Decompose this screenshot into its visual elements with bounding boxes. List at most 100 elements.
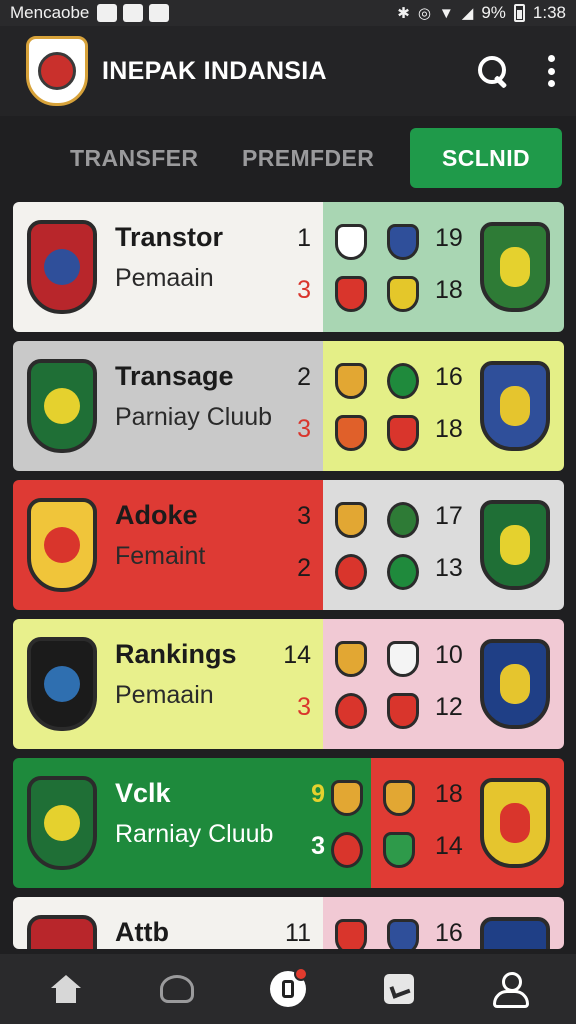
row-value-primary: 14 [283, 641, 311, 669]
row-score-bottom: 18 [435, 415, 463, 443]
status-bar: Mencaobe ✱ ◎ ▼ ◢ 9% 1:38 [0, 0, 576, 26]
club-badge-icon [335, 224, 367, 260]
team-crest-icon [27, 220, 97, 314]
battery-icon [513, 4, 525, 22]
row-right-panel: 17 13 [323, 480, 564, 610]
phone-icon [269, 967, 308, 1007]
row-score-top: 19 [435, 224, 463, 252]
row-value-primary: 11 [285, 919, 311, 947]
row-title: Attb [115, 917, 169, 947]
list-item[interactable]: Attb 11 16 [13, 897, 564, 949]
club-badge-icon [387, 554, 419, 590]
row-score-bottom: 12 [435, 693, 463, 721]
notification-icon [97, 4, 118, 22]
team-crest-icon [27, 359, 97, 453]
search-icon[interactable] [476, 54, 510, 88]
signal-icon: ◢ [461, 5, 474, 22]
row-right-panel: 10 12 [323, 619, 564, 749]
team-list: Transtor Pemaain 1 3 19 18 Transage Parn… [13, 202, 564, 949]
notification-icon [123, 4, 144, 22]
row-value-secondary: 3 [297, 693, 311, 721]
nav-home[interactable] [44, 967, 88, 1011]
team-crest-icon [27, 915, 97, 949]
club-badge-icon [387, 919, 419, 949]
row-left-panel: Transage Parniay Cluub 2 3 [13, 341, 323, 471]
team-crest-icon [480, 222, 550, 312]
row-value-secondary: 2 [297, 554, 311, 582]
team-crest-icon [27, 637, 97, 731]
club-badge-icon [335, 415, 367, 451]
team-crest-icon [480, 778, 550, 868]
row-right-panel: 16 [323, 897, 564, 949]
card-icon [384, 974, 415, 1004]
team-crest-icon [27, 776, 97, 870]
home-icon [50, 975, 81, 1003]
team-crest-icon [27, 498, 97, 592]
row-value-secondary: 3 [297, 276, 311, 304]
list-item[interactable]: Transage Parniay Cluub 2 3 16 18 [13, 341, 564, 471]
row-left-panel: Transtor Pemaain 1 3 [13, 202, 323, 332]
battery-percent: 9% [481, 3, 506, 22]
row-score-top: 16 [435, 363, 463, 391]
row-score-top: 17 [435, 502, 463, 530]
club-badge-icon [335, 502, 367, 538]
row-value-primary: 9 [311, 780, 325, 808]
row-value-primary: 3 [297, 502, 311, 530]
nav-center[interactable] [266, 967, 310, 1011]
row-value-primary: 2 [297, 363, 311, 391]
row-subtitle: Pemaain [115, 264, 214, 292]
row-value-secondary: 3 [297, 415, 311, 443]
more-options-icon[interactable] [546, 55, 556, 87]
row-score-top: 18 [435, 780, 463, 808]
player-icon [159, 975, 194, 1003]
nav-cards[interactable] [377, 967, 421, 1011]
row-title: Adoke [115, 500, 198, 530]
app-bar: INEPAK INDANSIA [0, 26, 576, 116]
alarm-icon: ◎ [417, 5, 431, 22]
wifi-icon: ▼ [438, 4, 454, 22]
club-badge-icon [335, 554, 367, 590]
row-left-panel: Rankings Pemaain 14 3 [13, 619, 323, 749]
row-title: Rankings [115, 639, 237, 669]
row-title: Transage [115, 361, 234, 391]
row-score-bottom: 18 [435, 276, 463, 304]
club-badge-icon [387, 415, 419, 451]
row-score-top: 16 [435, 919, 463, 947]
carrier-name: Mencaobe [10, 3, 90, 22]
list-item[interactable]: Adoke Femaint 3 2 17 13 [13, 480, 564, 610]
crest-emblem-icon [38, 52, 76, 90]
club-badge-icon [331, 832, 363, 868]
club-badge-icon [331, 780, 363, 816]
row-subtitle: Pemaain [115, 681, 214, 709]
club-badge-icon [387, 276, 419, 312]
community-icon [491, 972, 530, 1008]
row-left-panel: Attb 11 [13, 897, 323, 949]
club-badge-icon [335, 641, 367, 677]
tab-sclnid[interactable]: SCLNID [410, 128, 562, 188]
app-logo [26, 36, 88, 106]
tab-bar: TRANSFER PREMFDER SCLNID [0, 116, 576, 200]
nav-community[interactable] [488, 967, 532, 1011]
app-title: INEPAK INDANSIA [102, 56, 327, 85]
row-score-bottom: 13 [435, 554, 463, 582]
tab-premfder[interactable]: PREMFDER [226, 145, 398, 172]
row-right-panel: 16 18 [323, 341, 564, 471]
club-badge-icon [387, 363, 419, 399]
row-subtitle: Parniay Cluub [115, 403, 273, 431]
club-badge-icon [387, 693, 419, 729]
row-score-top: 10 [435, 641, 463, 669]
team-crest-icon [480, 639, 550, 729]
list-item[interactable]: Vclk Rarniay Cluub 9 3 18 14 [13, 758, 564, 888]
row-subtitle: Femaint [115, 542, 206, 570]
list-item[interactable]: Transtor Pemaain 1 3 19 18 [13, 202, 564, 332]
club-badge-icon [383, 832, 415, 868]
notification-badge [293, 967, 308, 981]
tab-transfer[interactable]: TRANSFER [40, 145, 226, 172]
row-value-secondary: 3 [311, 832, 325, 860]
list-item[interactable]: Rankings Pemaain 14 3 10 12 [13, 619, 564, 749]
row-right-panel: 19 18 [323, 202, 564, 332]
row-value-primary: 1 [297, 224, 311, 252]
nav-players[interactable] [155, 967, 199, 1011]
team-crest-icon [480, 917, 550, 949]
row-title: Transtor [115, 222, 224, 252]
